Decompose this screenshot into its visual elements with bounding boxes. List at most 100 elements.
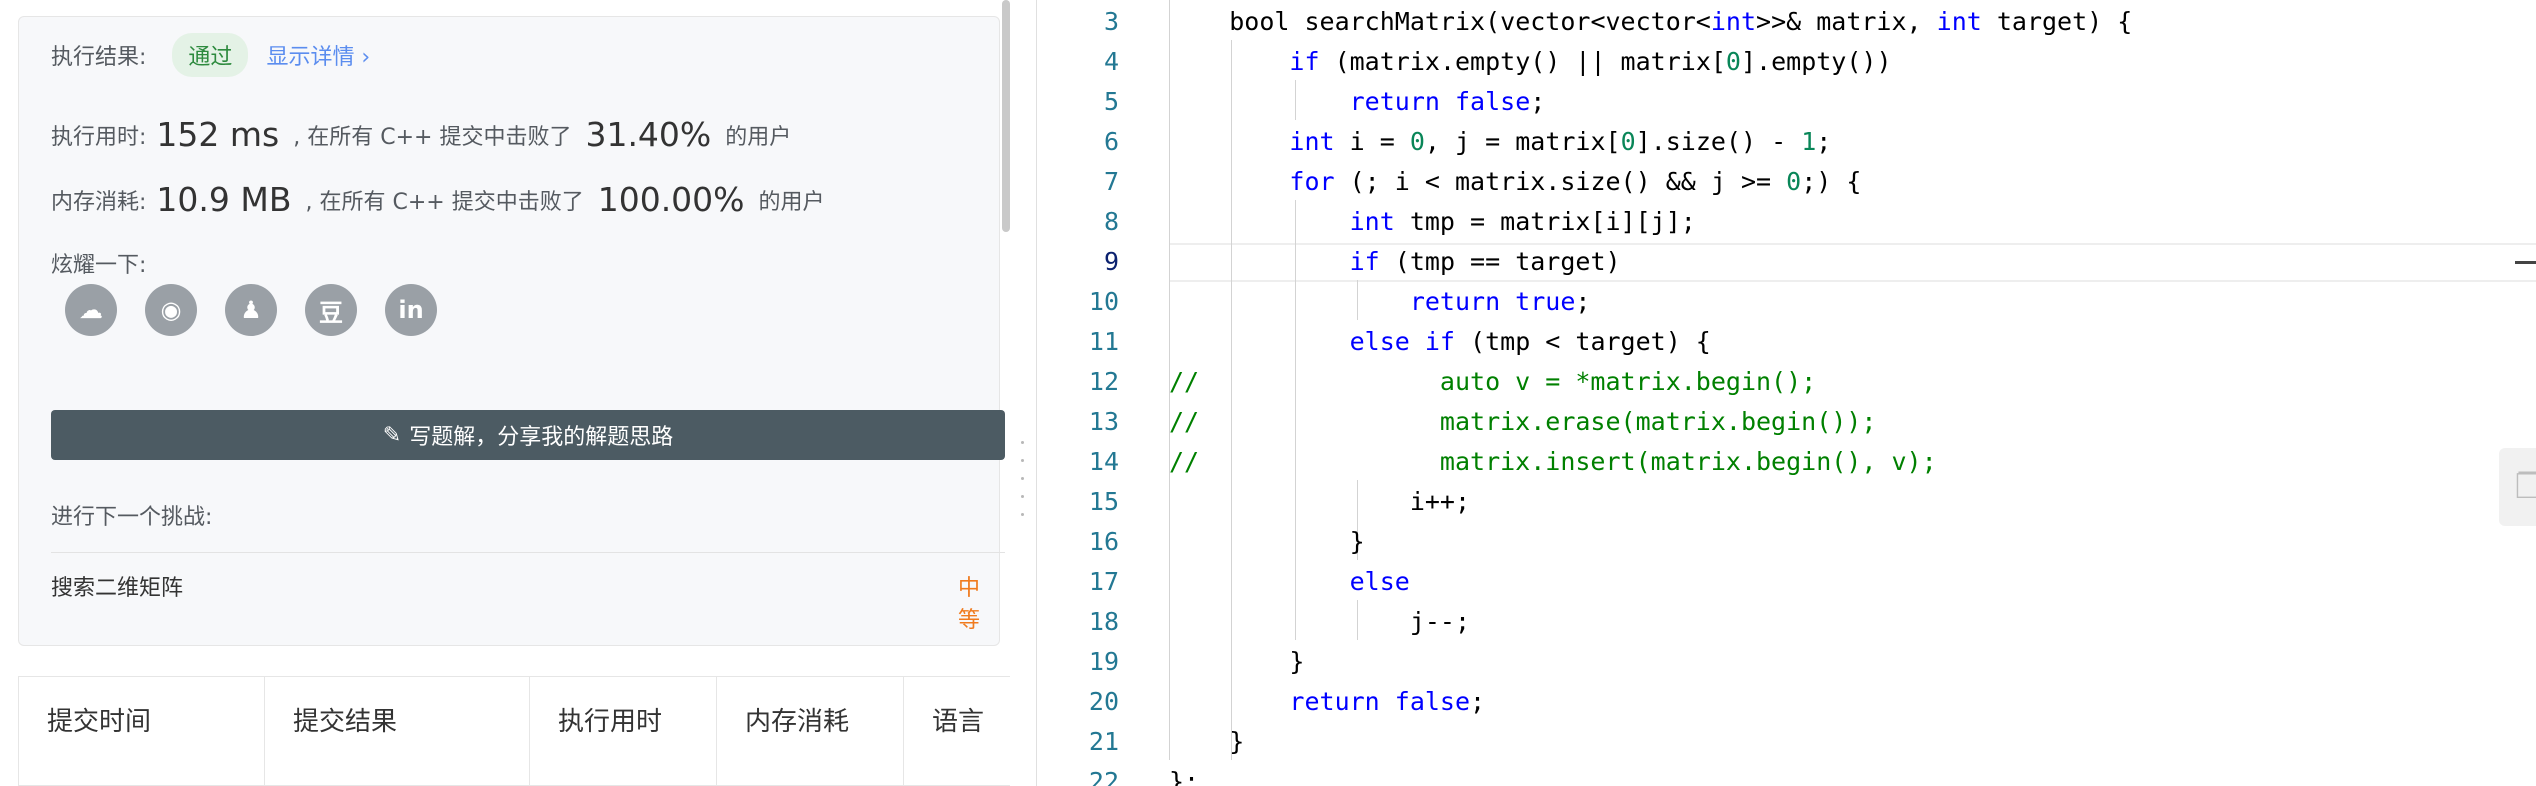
code-editor[interactable]: 3 bool searchMatrix(vector<vector<int>>&… [1036, 0, 2536, 786]
line-number: 14 [1088, 447, 1119, 476]
line-number: 17 [1088, 567, 1119, 596]
splitter-dot [1021, 495, 1024, 498]
code-text: else [1169, 562, 1410, 602]
show-details-link[interactable]: 显示详情 › [266, 39, 370, 71]
code-line[interactable]: 9 if (tmp == target) [1037, 242, 2536, 282]
line-number: 8 [1103, 207, 1119, 236]
code-token: (matrix.empty() || matrix[ [1319, 47, 1726, 76]
line-number: 5 [1103, 87, 1119, 116]
line-number: 16 [1088, 527, 1119, 556]
code-token: else if [1349, 327, 1455, 356]
code-line[interactable]: 4 if (matrix.empty() || matrix[0].empty(… [1037, 42, 2536, 82]
code-line[interactable]: 17 else [1037, 562, 2536, 602]
memory-text: , 在所有 C++ 提交中击败了 [305, 189, 584, 215]
code-token: bool searchMatrix(vector<vector< [1229, 7, 1711, 36]
code-text: return false; [1169, 82, 1546, 122]
code-token: >>& matrix, [1756, 7, 1937, 36]
splitter-dot [1021, 477, 1024, 480]
panel-splitter[interactable] [1010, 0, 1036, 786]
code-text: j--; [1169, 602, 1470, 642]
status-label: 执行结果: [51, 45, 147, 70]
runtime-text: , 在所有 C++ 提交中击败了 [293, 124, 572, 150]
code-token: } [1169, 527, 1365, 556]
splitter-dot [1021, 513, 1024, 516]
next-challenge-row: 进行下一个挑战: [51, 499, 212, 531]
code-token: ].empty()) [1740, 47, 1892, 76]
linkedin-icon[interactable]: in [385, 284, 437, 336]
code-token: return true [1409, 287, 1576, 316]
splitter-dot [1021, 459, 1024, 462]
code-line[interactable]: 7 for (; i < matrix.size() && j >= 0;) { [1037, 162, 2536, 202]
code-token: 0 [1409, 127, 1425, 156]
code-token: ; [1816, 127, 1832, 156]
runtime-row: 执行用时: 152 ms , 在所有 C++ 提交中击败了 31.40% 的用户 [51, 115, 791, 154]
code-line[interactable]: 21 } [1037, 722, 2536, 762]
code-line[interactable]: 5 return false; [1037, 82, 2536, 122]
code-line[interactable]: 19 } [1037, 642, 2536, 682]
memory-value: 10.9 MB [156, 180, 292, 219]
line-number: 12 [1088, 367, 1119, 396]
share-icons: ☁ ◉ ♟ 豆 in [65, 284, 465, 336]
memory-suffix: 的用户 [758, 189, 825, 215]
difficulty-badge: 中等 [958, 576, 981, 633]
line-number: 4 [1103, 47, 1119, 76]
douban-icon[interactable]: 豆 [305, 284, 357, 336]
code-token: ;) { [1801, 167, 1862, 196]
result-card: 执行结果: 通过 显示详情 › 执行用时: 152 ms , 在所有 C++ 提… [18, 16, 1005, 646]
code-line[interactable]: 3 bool searchMatrix(vector<vector<int>>&… [1037, 2, 2536, 42]
code-token: int [1289, 127, 1335, 156]
wechat-icon[interactable]: ☁ [65, 284, 117, 336]
code-line[interactable]: 6 int i = 0, j = matrix[0].size() - 1; [1037, 122, 2536, 162]
weibo-icon[interactable]: ◉ [145, 284, 197, 336]
code-text: } [1169, 522, 1365, 562]
code-token: int [1710, 7, 1757, 36]
code-line[interactable]: 8 int tmp = matrix[i][j]; [1037, 202, 2536, 242]
code-token: (tmp == target) [1379, 247, 1621, 276]
code-line[interactable]: 14 // matrix.insert(matrix.begin(), v); [1037, 442, 2536, 482]
code-line[interactable]: 16 } [1037, 522, 2536, 562]
code-line[interactable]: 22}; [1037, 762, 2536, 786]
code-token: ; [1470, 687, 1486, 716]
left-scrollbar[interactable] [1002, 0, 1010, 232]
overview-ruler-mark [2515, 261, 2536, 264]
column-language: 语言 [932, 706, 985, 737]
code-text: for (; i < matrix.size() && j >= 0;) { [1169, 162, 1861, 202]
line-number: 10 [1088, 287, 1119, 316]
code-line[interactable]: 18 j--; [1037, 602, 2536, 642]
next-problem-link[interactable]: 搜索二维矩阵 [51, 570, 183, 602]
code-token: 1 [1801, 127, 1817, 156]
code-token: int [1349, 207, 1395, 236]
status-badge: 通过 [172, 33, 249, 77]
line-number: 21 [1088, 727, 1119, 756]
code-text: int i = 0, j = matrix[0].size() - 1; [1169, 122, 1831, 162]
write-solution-button[interactable]: ✎ 写题解，分享我的解题思路 [51, 410, 1005, 460]
line-number: 11 [1088, 327, 1119, 356]
line-number: 9 [1103, 247, 1119, 276]
code-text: if (tmp == target) [1169, 242, 1621, 282]
code-line[interactable]: 20 return false; [1037, 682, 2536, 722]
code-line[interactable]: 15 i++; [1037, 482, 2536, 522]
runtime-percent: 31.40% [585, 115, 712, 154]
share-label: 炫耀一下: [51, 253, 147, 278]
write-solution-label: 写题解，分享我的解题思路 [409, 425, 674, 450]
qq-icon[interactable]: ♟ [225, 284, 277, 336]
code-text: return true; [1169, 282, 1591, 322]
code-text: } [1169, 642, 1304, 682]
splitter-dot [1021, 441, 1024, 444]
code-token: tmp = matrix[i][j]; [1394, 207, 1696, 236]
copy-icon[interactable]: ❐ [2499, 448, 2536, 526]
code-line[interactable]: 11 else if (tmp < target) { [1037, 322, 2536, 362]
code-line[interactable]: 10 return true; [1037, 282, 2536, 322]
line-number: 3 [1103, 7, 1119, 36]
code-line[interactable]: 12 // auto v = *matrix.begin(); [1037, 362, 2536, 402]
code-token: 0 [1620, 127, 1636, 156]
code-line[interactable]: 13 // matrix.erase(matrix.begin()); [1037, 402, 2536, 442]
code-token: j--; [1169, 607, 1471, 636]
code-token: } [1169, 727, 1245, 756]
column-memory: 内存消耗 [717, 677, 904, 786]
memory-percent: 100.00% [597, 180, 745, 219]
